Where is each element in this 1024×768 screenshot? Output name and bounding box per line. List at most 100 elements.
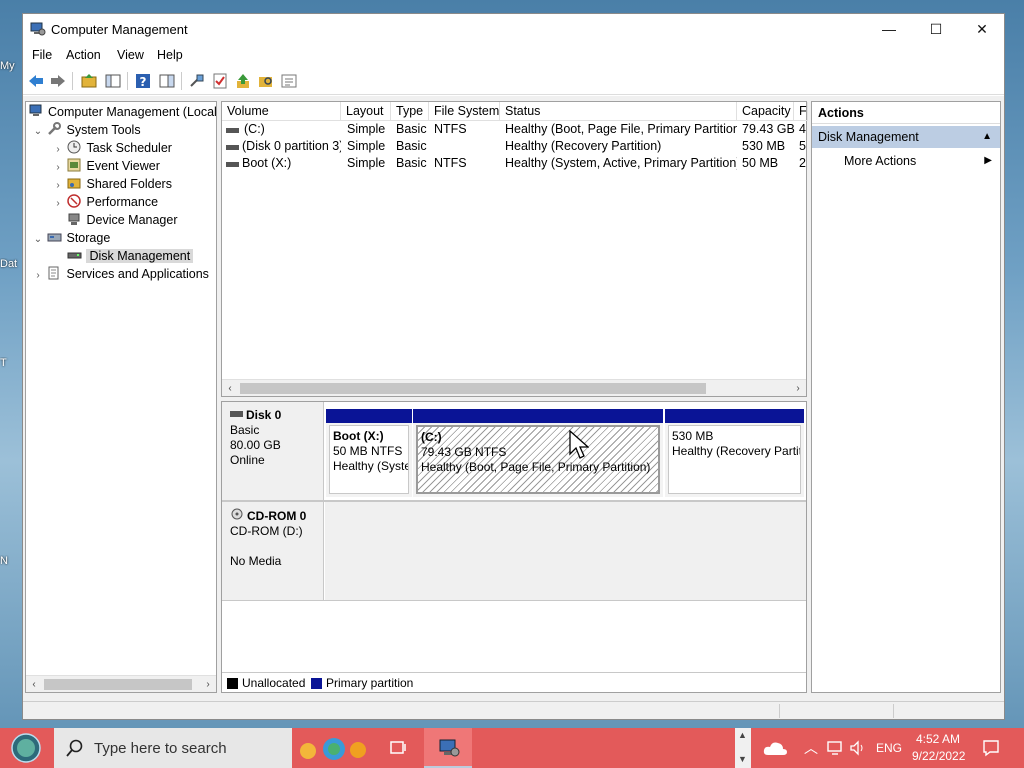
tree-item-system-tools[interactable]: ⌄ System Tools <box>32 121 141 139</box>
onedrive-cloud-icon[interactable] <box>762 739 788 757</box>
task-view-icon[interactable] <box>388 738 408 758</box>
more-actions-item[interactable]: More Actions ▶ <box>844 150 992 172</box>
menu-file[interactable]: File <box>32 48 52 62</box>
scroll-up-icon[interactable]: ▲ <box>738 730 747 740</box>
free-cell: 4 <box>799 122 806 136</box>
tree-item-shared-folders[interactable]: › Shared Folders <box>52 175 172 193</box>
column-header-free[interactable]: F <box>794 102 808 121</box>
free-cell: 5 <box>799 139 806 153</box>
legend-primary: Primary partition <box>326 676 414 690</box>
cdrom-empty-area <box>325 502 806 600</box>
scroll-right-icon[interactable]: › <box>790 380 806 397</box>
language-indicator[interactable]: ENG <box>876 741 902 755</box>
column-header-file-system[interactable]: File System <box>429 102 500 121</box>
partition-size: 79.43 GB NTFS <box>421 445 507 459</box>
tree-item-services-and-applications[interactable]: › Services and Applications <box>32 265 209 283</box>
desktop-icon-label[interactable]: N <box>0 555 22 567</box>
scroll-thumb[interactable] <box>44 679 192 690</box>
tools-icon <box>48 122 62 135</box>
partition-boot-x[interactable]: Boot (X:) 50 MB NTFS Healthy (Syste <box>326 409 412 497</box>
clock-time[interactable]: 4:52 AM <box>916 732 960 746</box>
show-hide-tree-icon[interactable] <box>104 72 122 90</box>
taskbar-scroller[interactable]: ▲ ▼ <box>735 728 751 768</box>
partition-size: 50 MB NTFS <box>333 444 403 458</box>
volume-cell[interactable]: (C:) <box>244 121 339 138</box>
tree-horizontal-scrollbar[interactable]: ‹ › <box>26 675 216 692</box>
help-icon[interactable]: ? <box>134 72 152 90</box>
column-header-capacity[interactable]: Capacity <box>737 102 794 121</box>
cdrom-icon <box>231 508 243 520</box>
volume-cell[interactable]: Boot (X:) <box>242 155 341 172</box>
search-highlight-icon <box>300 738 366 760</box>
tree-item-computer-management[interactable]: Computer Management (Local <box>29 103 217 121</box>
svg-text:?: ? <box>140 75 147 89</box>
title-bar[interactable]: Computer Management — ☐ ✕ <box>23 14 1004 45</box>
column-header-volume[interactable]: Volume <box>222 102 341 121</box>
checklist-icon[interactable] <box>211 72 229 90</box>
forward-arrow-icon[interactable] <box>49 72 67 90</box>
volume-list-horizontal-scrollbar[interactable]: ‹ › <box>222 379 806 396</box>
partition-name: (C:) <box>421 430 442 444</box>
partition-c[interactable]: (C:) 79.43 GB NTFS Healthy (Boot, Page F… <box>413 409 663 497</box>
search-folder-icon[interactable] <box>257 72 275 90</box>
disk-size: 80.00 GB <box>230 438 281 452</box>
desktop-icon-label[interactable]: T <box>0 357 22 369</box>
taskbar-search-box[interactable]: Type here to search <box>54 728 366 768</box>
tree-item-device-manager[interactable]: Device Manager <box>52 211 178 229</box>
expand-chevron-icon[interactable]: › <box>32 267 44 285</box>
column-header-layout[interactable]: Layout <box>341 102 391 121</box>
taskbar-computer-management[interactable] <box>424 728 472 768</box>
collapse-up-icon[interactable]: ▲ <box>982 126 992 148</box>
menu-action[interactable]: Action <box>66 48 101 62</box>
minimize-button[interactable]: — <box>866 14 912 45</box>
cdrom-0-label[interactable]: CD-ROM 0 CD-ROM (D:) No Media <box>222 502 324 600</box>
export-up-icon[interactable] <box>234 72 252 90</box>
partition-status: Healthy (Syste <box>333 459 409 473</box>
menu-help[interactable]: Help <box>157 48 183 62</box>
volume-cell[interactable]: (Disk 0 partition 3) <box>242 138 341 155</box>
notifications-icon[interactable] <box>982 739 1000 757</box>
collapse-chevron-icon[interactable]: ⌄ <box>32 123 44 141</box>
column-header-status[interactable]: Status <box>500 102 737 121</box>
partition-size: 530 MB <box>672 429 714 443</box>
disk-0-label[interactable]: Disk 0 Basic 80.00 GB Online <box>222 402 324 500</box>
list-view-icon[interactable] <box>280 72 298 90</box>
scroll-left-icon[interactable]: ‹ <box>26 676 42 693</box>
tree-item-task-scheduler[interactable]: › Task Scheduler <box>52 139 172 157</box>
clock-date[interactable]: 9/22/2022 <box>912 749 965 763</box>
submenu-arrow-icon: ▶ <box>984 155 992 166</box>
volume-speaker-icon[interactable] <box>849 740 867 756</box>
properties-pane-icon[interactable] <box>158 72 176 90</box>
tree-item-performance[interactable]: › Performance <box>52 193 158 211</box>
free-cell: 2 <box>799 156 806 170</box>
menu-bar: File Action View Help <box>23 45 1004 67</box>
tree-item-storage[interactable]: ⌄ Storage <box>32 229 110 247</box>
tree-item-event-viewer[interactable]: › Event Viewer <box>52 157 160 175</box>
scroll-right-icon[interactable]: › <box>200 676 216 693</box>
up-folder-icon[interactable] <box>80 72 98 90</box>
scroll-thumb[interactable] <box>240 383 706 394</box>
partition-legend: Unallocated Primary partition <box>222 672 806 692</box>
menu-view[interactable]: View <box>117 48 144 62</box>
content-area: Computer Management (Local ⌄ System Tool… <box>23 96 1004 701</box>
scroll-down-icon[interactable]: ▼ <box>738 754 747 764</box>
maximize-button[interactable]: ☐ <box>913 14 959 45</box>
file-system-cell: NTFS <box>434 156 467 170</box>
collapse-chevron-icon[interactable]: ⌄ <box>32 231 44 249</box>
partition-recovery[interactable]: 530 MB Healthy (Recovery Partit <box>665 409 804 497</box>
network-icon[interactable] <box>826 740 844 756</box>
unallocated-swatch <box>227 678 238 689</box>
tree-item-disk-management[interactable]: Disk Management <box>52 247 194 265</box>
back-arrow-icon[interactable] <box>27 72 45 90</box>
actions-section-disk-management[interactable]: Disk Management ▲ <box>812 126 1000 148</box>
show-hidden-icons-icon[interactable]: ︿ <box>804 738 818 758</box>
desktop-icon-label[interactable]: My <box>0 60 22 72</box>
clock-icon <box>67 140 81 154</box>
desktop-icon-label[interactable]: Dat <box>0 258 22 270</box>
scroll-left-icon[interactable]: ‹ <box>222 380 238 397</box>
close-button[interactable]: ✕ <box>959 14 1005 45</box>
connect-icon[interactable] <box>188 72 206 90</box>
column-header-type[interactable]: Type <box>391 102 429 121</box>
start-button-icon[interactable] <box>8 732 44 764</box>
partition-bar <box>665 409 804 423</box>
